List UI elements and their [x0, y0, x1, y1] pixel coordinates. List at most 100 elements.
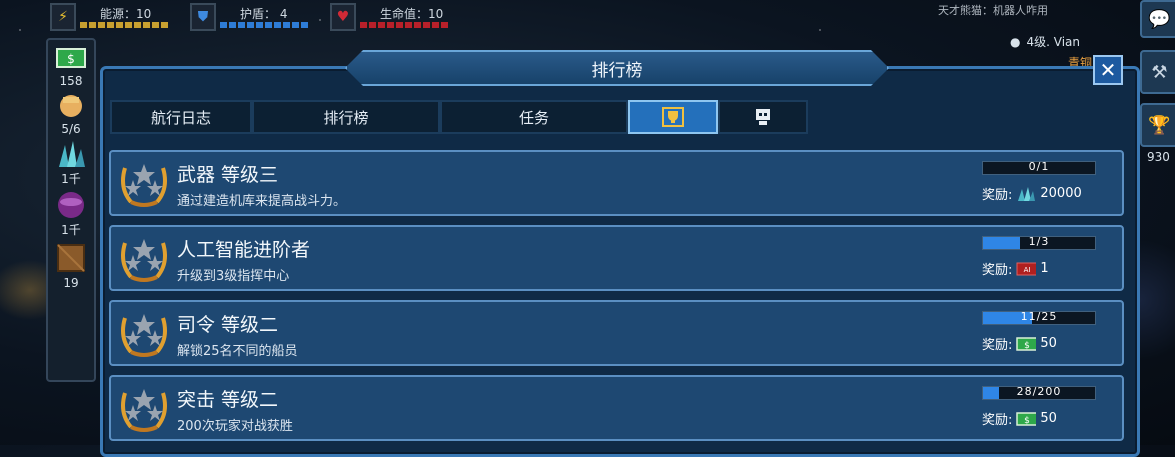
planet-icon [55, 191, 87, 219]
achievement-title: 突击 等级二 [177, 389, 279, 411]
medal-icon [117, 233, 171, 283]
shield-stat: ⛊ 护盾： 4 [190, 3, 308, 31]
progress-bar: 28/200 [982, 385, 1096, 400]
player-icon: ● [1010, 34, 1021, 49]
svg-text:$: $ [67, 52, 75, 66]
medal-icon [117, 158, 171, 208]
status-bar: ⚡ 能源：10 ⛊ 护盾： 4 ♥ 生命值：10 [50, 0, 448, 34]
resource-sidebar: $ 158 5/6 1千 1千 19 [46, 38, 96, 382]
tab-leaderboard[interactable]: 排行榜 [252, 100, 440, 134]
achievement-title: 人工智能进阶者 [177, 239, 311, 261]
achievement-title: 武器 等级三 [177, 164, 279, 186]
money-icon: $ [1016, 411, 1037, 426]
reward-value: 1 [1040, 261, 1049, 276]
energy-label: 能源：10 [100, 7, 152, 21]
svg-text:$: $ [1025, 341, 1031, 351]
tab-label: 排行榜 [323, 108, 369, 127]
lightning-icon: ⚡ [50, 3, 76, 31]
close-button[interactable]: ✕ [1093, 55, 1123, 85]
reward-label: 奖励: [982, 188, 1013, 203]
health-stat: ♥ 生命值：10 [330, 3, 448, 31]
achievement-row[interactable]: 人工智能进阶者升级到3级指挥中心 1/3 奖励: AI 1 [109, 225, 1124, 291]
achievement-desc: 升级到3级指挥中心 [177, 269, 290, 284]
crystal-icon [1016, 186, 1036, 201]
achievement-list: 武器 等级三通过建造机库来提高战斗力。 0/1 奖励: 20000 人工智能进阶者升级到… [109, 150, 1124, 450]
reward-value: 50 [1040, 411, 1057, 426]
shield-label: 护盾： 4 [240, 7, 288, 21]
sidebar-item-crew[interactable]: 5/6 [48, 92, 94, 136]
achievement-desc: 200次玩家对战获胜 [177, 419, 293, 434]
progress-text: 0/1 [1028, 160, 1050, 173]
energy-bar [80, 22, 168, 28]
svg-text:AI: AI [1024, 266, 1031, 274]
progress-text: 1/3 [1028, 235, 1050, 248]
sidebar-item-money[interactable]: $ 158 [48, 44, 94, 88]
tab-label: 航行日志 [150, 108, 211, 127]
ai-chip-icon: AI [1016, 262, 1037, 276]
reward: 奖励: $50 [982, 409, 1057, 428]
progress-text: 28/200 [1016, 385, 1062, 398]
money-icon: $ [55, 44, 87, 72]
reward-value: 50 [1040, 336, 1057, 351]
panel-tabs: 航行日志 排行榜 任务 [110, 100, 808, 134]
money-value: 158 [59, 74, 83, 88]
crystal-value: 1千 [61, 172, 81, 186]
close-icon: ✕ [1099, 58, 1117, 82]
build-button[interactable]: ⚒ [1140, 50, 1175, 94]
shield-bar [220, 22, 308, 28]
player-level: ● 4级. Vian [1010, 33, 1080, 50]
money-icon: $ [1016, 336, 1037, 351]
achievement-title: 司令 等级二 [177, 314, 279, 336]
reward-label: 奖励: [982, 413, 1013, 428]
shield-icon: ⛊ [190, 3, 216, 31]
achievement-row[interactable]: 武器 等级三通过建造机库来提高战斗力。 0/1 奖励: 20000 [109, 150, 1124, 216]
crew-value: 5/6 [61, 122, 81, 136]
sidebar-item-planet[interactable]: 1千 [48, 191, 94, 238]
sidebar-item-crystal[interactable]: 1千 [48, 140, 94, 187]
progress-bar: 0/1 [982, 160, 1096, 175]
crate-value: 19 [63, 276, 79, 290]
tab-robot[interactable] [718, 100, 808, 134]
health-bar [360, 22, 448, 28]
achievement-desc: 通过建造机库来提高战斗力。 [177, 194, 347, 209]
crate-icon [55, 242, 87, 274]
progress-bar: 1/3 [982, 235, 1096, 250]
progress-text: 11/25 [1020, 310, 1058, 323]
trophy-icon: 🏆 [1148, 114, 1171, 136]
tab-missions[interactable]: 任务 [440, 100, 628, 134]
crew-icon [55, 92, 87, 120]
player-level-text: 4级. Vian [1026, 35, 1080, 49]
progress-bar: 11/25 [982, 310, 1096, 325]
panel-title-text: 排行榜 [591, 60, 643, 81]
chat-icon: 💬 [1148, 8, 1171, 30]
heart-icon: ♥ [330, 3, 356, 31]
chat-preview[interactable]: 天才熊猫：机器人咋用 [938, 2, 1048, 18]
achievement-row[interactable]: 突击 等级二 200次玩家对战获胜 28/200 奖励: $50 [109, 375, 1124, 441]
achievement-desc: 解锁25名不同的船员 [177, 344, 298, 359]
panel-title: 排行榜 [345, 50, 889, 86]
reward-label: 奖励: [982, 263, 1013, 278]
side-value: 930 [1147, 150, 1170, 164]
svg-text:$: $ [1025, 416, 1031, 426]
energy-stat: ⚡ 能源：10 [50, 3, 168, 31]
robot-icon [756, 109, 770, 125]
achievement-row[interactable]: 司令 等级二解锁25名不同的船员 11/25 奖励: $50 [109, 300, 1124, 366]
reward: 奖励: AI 1 [982, 259, 1049, 278]
medal-icon [117, 308, 171, 358]
sidebar-item-crate[interactable]: 19 [48, 242, 94, 290]
trophy-icon [662, 107, 684, 127]
health-label: 生命值：10 [380, 7, 444, 21]
medal-icon [117, 383, 171, 433]
reward: 奖励: 20000 [982, 184, 1082, 203]
trophy-side-button[interactable]: 🏆 [1140, 103, 1175, 147]
chat-button[interactable]: 💬 [1140, 0, 1175, 38]
tab-achievements[interactable] [628, 100, 718, 134]
crystal-icon [55, 140, 87, 168]
tab-voyage-log[interactable]: 航行日志 [110, 100, 252, 134]
hammer-icon: ⚒ [1151, 61, 1168, 83]
tab-label: 任务 [518, 108, 549, 127]
planet-value: 1千 [61, 223, 81, 237]
reward-label: 奖励: [982, 338, 1013, 353]
reward: 奖励: $50 [982, 334, 1057, 353]
reward-value: 20000 [1040, 186, 1082, 201]
